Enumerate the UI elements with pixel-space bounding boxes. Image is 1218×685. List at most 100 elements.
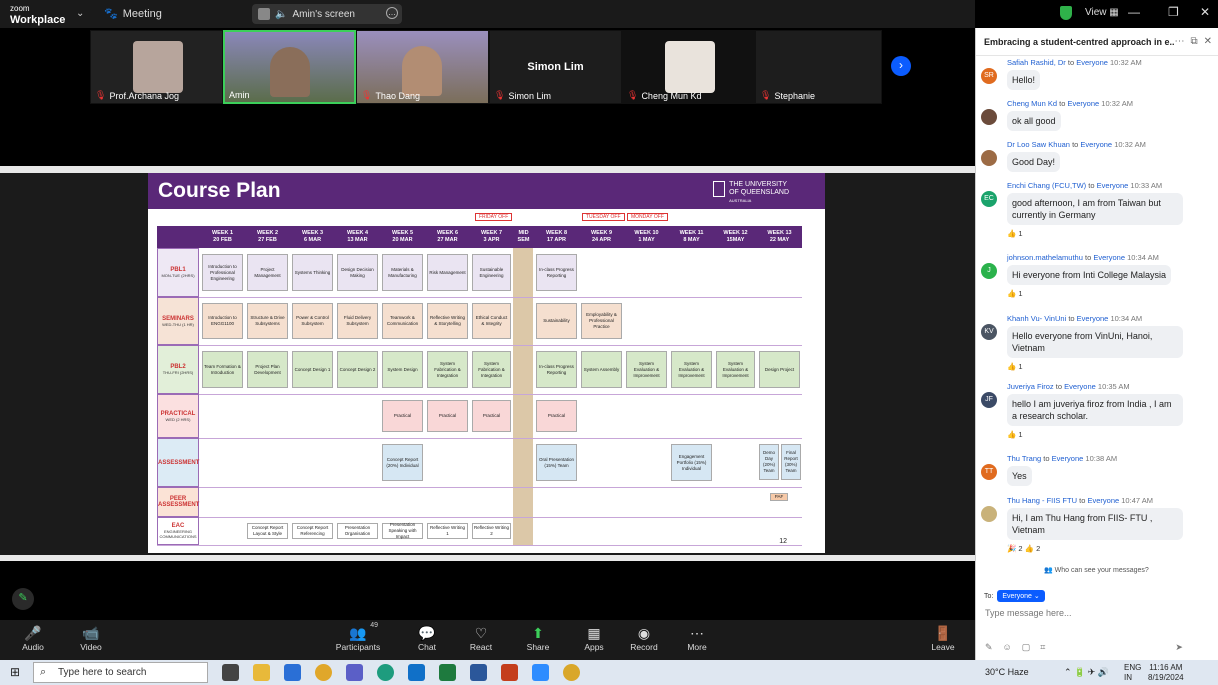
course-cell: Design Decision Making [337, 254, 378, 291]
week-header: WEEK 13 22 MAY [757, 226, 802, 248]
avatar: EC [981, 191, 997, 207]
react-button[interactable]: ♡ React [453, 624, 509, 652]
video-tile-active[interactable]: Amin [223, 30, 356, 104]
clock[interactable]: 11:16 AM 8/19/2024 [1148, 663, 1184, 683]
zoom-icon[interactable] [532, 664, 549, 681]
annotate-pen-icon[interactable]: ✎ [12, 588, 34, 610]
more-icon[interactable]: … [386, 7, 398, 19]
course-cell: Concept Report (20%) Individual [382, 444, 423, 481]
message-bubble: good afternoon, I am from Taiwan but cur… [1007, 193, 1183, 225]
message-bubble: Hello everyone from VinUni, Hanoi, Vietn… [1007, 326, 1183, 358]
chevron-down-icon[interactable]: ⌄ [76, 8, 84, 19]
next-page-icon[interactable]: › [891, 56, 911, 76]
outlook-icon[interactable] [408, 664, 425, 681]
restore-icon[interactable]: ❐ [1168, 5, 1179, 19]
leave-button[interactable]: 🚪 Leave [915, 624, 971, 652]
video-tile[interactable]: 🎙 Stephanie [755, 30, 882, 104]
chrome-icon[interactable] [315, 664, 332, 681]
screenshot-icon[interactable]: ⌗ [1040, 642, 1045, 653]
chrome-icon[interactable] [563, 664, 580, 681]
row-divider [157, 345, 802, 346]
course-cell: System Evaluation & Improvement [671, 351, 712, 388]
reaction[interactable]: 👍 1 [1007, 430, 1023, 439]
excel-icon[interactable] [439, 664, 456, 681]
close-icon[interactable]: ✕ [1204, 36, 1212, 47]
row-label: EAC ENGINEERING COMMUNICATIONS [157, 517, 199, 545]
emoji-icon[interactable]: ☺ [1003, 642, 1012, 653]
video-tile[interactable]: Simon Lim 🎙 Simon Lim [489, 30, 622, 104]
share-button[interactable]: ⬆ Share [510, 624, 566, 652]
course-cell: Employability & Professional Practice [581, 303, 622, 339]
chat-input[interactable]: Type message here... [985, 608, 1072, 618]
taskbar-search[interactable]: ⌕ Type here to search [33, 662, 208, 683]
course-cell: Reflective Writing 2 [472, 523, 511, 539]
toolbar-label: Record [630, 642, 658, 652]
week-header: WEEK 10 1 MAY [624, 226, 669, 248]
powerpoint-icon[interactable] [501, 664, 518, 681]
row-label: PBL2 THU-FRI (2HRS) [157, 345, 199, 394]
file-explorer-icon[interactable] [253, 664, 270, 681]
course-cell: Concept Report Layout & Style [247, 523, 288, 539]
video-tile[interactable]: 🎙 Cheng Mun Kd [622, 30, 755, 104]
avatar [258, 8, 270, 20]
recipient-row: To: Everyone ⌄ [984, 590, 1045, 602]
windows-start-icon[interactable]: ⊞ [10, 665, 20, 679]
view-button[interactable]: View ▦ [1085, 7, 1119, 18]
send-icon[interactable]: ➤ [1175, 642, 1183, 653]
video-tile[interactable]: 🎙 Prof.Archana Jog [90, 30, 223, 104]
teams-icon[interactable] [346, 664, 363, 681]
toolbar-label: Apps [584, 642, 604, 652]
close-icon[interactable]: ✕ [1200, 5, 1210, 19]
edge-icon[interactable] [377, 664, 394, 681]
meeting-menu-button[interactable]: 🐾 Meeting [104, 7, 162, 21]
apps-button[interactable]: ▦ Apps [566, 624, 622, 652]
recipient-dropdown[interactable]: Everyone ⌄ [997, 590, 1045, 602]
participants-button[interactable]: 👥 Participants 49 [330, 622, 386, 652]
who-can-see-link[interactable]: 👥 Who can see your messages? [1044, 566, 1149, 574]
course-cell: System Assembly [581, 351, 622, 388]
popout-icon[interactable]: ⧉ [1190, 36, 1197, 47]
week-header: WEEK 4 13 MAR [335, 226, 380, 248]
course-cell: Practical [536, 400, 577, 432]
row-label: ASSESSMENT [157, 438, 199, 487]
course-cell: Sustainability [536, 303, 577, 339]
language-indicator[interactable]: ENG IN [1124, 663, 1141, 683]
row-label: PEER ASSESSMENT [157, 487, 199, 517]
participant-name: 🎙 Cheng Mun Kd [627, 90, 702, 101]
more-icon[interactable]: ⋯ [1174, 36, 1184, 47]
video-button[interactable]: 📹 Video [63, 624, 119, 652]
shield-icon[interactable] [1060, 6, 1072, 20]
reaction[interactable]: 👍 1 [1007, 362, 1023, 371]
system-tray-icons[interactable]: ⌃ 🔋 ✈ 🔊 [1064, 667, 1109, 677]
row-label: SEMINARS WED-THU (1 HR) [157, 297, 199, 345]
reaction[interactable]: 🎉 2 👍 2 [1007, 544, 1040, 553]
course-cell: Concept Design 2 [337, 351, 378, 388]
record-button[interactable]: ◉ Record [616, 624, 672, 652]
reaction[interactable]: 👍 1 [1007, 229, 1023, 238]
toolbar-label: Participants [335, 642, 381, 652]
row-divider [157, 545, 802, 546]
chat-button[interactable]: 💬 Chat [399, 624, 455, 652]
format-icon[interactable]: ✎ [985, 642, 993, 653]
row-divider [157, 487, 802, 488]
task-view-icon[interactable] [222, 664, 239, 681]
minimize-icon[interactable]: — [1128, 5, 1140, 19]
screen-share-pill[interactable]: 🔈 Amin's screen … [252, 4, 402, 24]
powerpoint-status-bar [0, 555, 975, 561]
course-cell: Project Plan Development [247, 351, 288, 388]
reaction[interactable]: 👍 1 [1007, 289, 1023, 298]
slide: Course Plan THE UNIVERSITY OF QUEENSLAND A… [148, 173, 825, 553]
mail-icon[interactable] [284, 664, 301, 681]
more-button[interactable]: ⋯ More [669, 624, 725, 652]
video-tile[interactable]: 🎙 Thao Dang [356, 30, 489, 104]
audio-button[interactable]: 🎤 Audio [5, 624, 61, 652]
row-divider [157, 394, 802, 395]
mic-muted-icon: 🎙 [760, 90, 772, 100]
file-icon[interactable]: ▢ [1022, 642, 1031, 653]
participant-photo [665, 41, 715, 93]
message-bubble: Hi, I am Thu Hang from FIIS- FTU , Vietn… [1007, 508, 1183, 540]
weather[interactable]: 30°C Haze [985, 667, 1029, 677]
word-icon[interactable] [470, 664, 487, 681]
week-header: WEEK 6 27 MAR [425, 226, 470, 248]
message-bubble: Hi everyone from Inti College Malaysia [1007, 265, 1172, 285]
